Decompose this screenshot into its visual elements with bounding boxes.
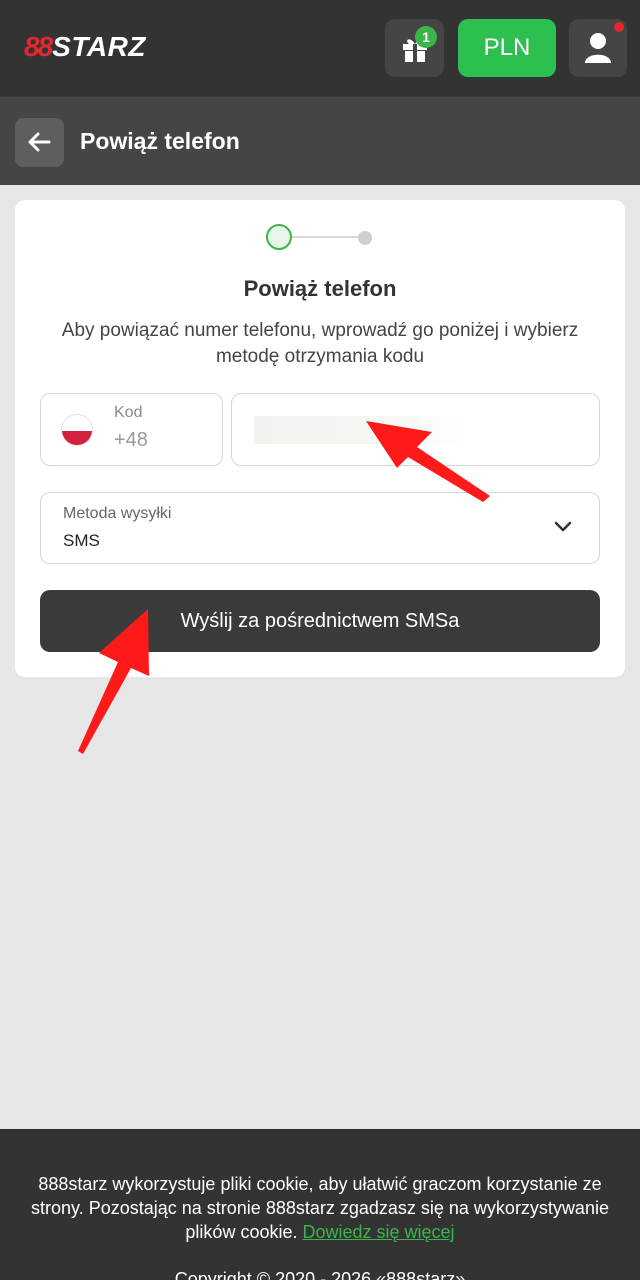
method-label: Metoda wysyłki [63,505,172,522]
logo[interactable]: 88 STARZ [24,30,146,64]
delivery-method-select[interactable]: Metoda wysyłki SMS [40,492,600,564]
logo-text: STARZ [52,31,146,62]
user-icon [585,33,611,63]
learn-more-link[interactable]: Dowiedz się więcej [303,1222,455,1242]
cookie-notice: 888starz wykorzystuje pliki cookie, aby … [10,1172,630,1244]
page-header: Powiąż telefon [0,96,640,185]
method-value: SMS [63,531,100,550]
form-title: Powiąż telefon [243,276,397,301]
country-code-select[interactable]: Kod +48 [40,393,223,466]
gift-count-badge: 1 [415,26,437,48]
step-1-indicator [266,224,292,250]
copyright-text: Copyright © 2020 - 2026 «888starz» [174,1269,466,1280]
send-sms-button[interactable]: Wyślij za pośrednictwem SMSa [40,590,600,652]
poland-flag-icon [61,414,93,446]
back-button[interactable] [15,118,64,167]
chevron-down-icon [554,521,572,532]
logo-mark: 88 [24,31,53,62]
form-description: Aby powiązać numer telefonu, wprowadź go… [61,320,579,367]
step-connector [292,236,358,238]
progress-stepper [266,224,376,252]
top-bar: 88 STARZ 1 PLN [0,0,640,96]
currency-button[interactable]: PLN [458,19,556,77]
cookie-footer: 888starz wykorzystuje pliki cookie, aby … [0,1129,640,1280]
code-label: Kod [114,404,143,421]
phone-field[interactable] [231,393,600,466]
step-2-indicator [358,231,372,245]
back-arrow-icon [28,132,51,152]
code-value: +48 [114,429,148,451]
page-title: Powiąż telefon [80,128,240,154]
gift-button[interactable] [385,19,444,77]
notification-dot [614,22,624,32]
phone-input[interactable] [254,416,464,444]
